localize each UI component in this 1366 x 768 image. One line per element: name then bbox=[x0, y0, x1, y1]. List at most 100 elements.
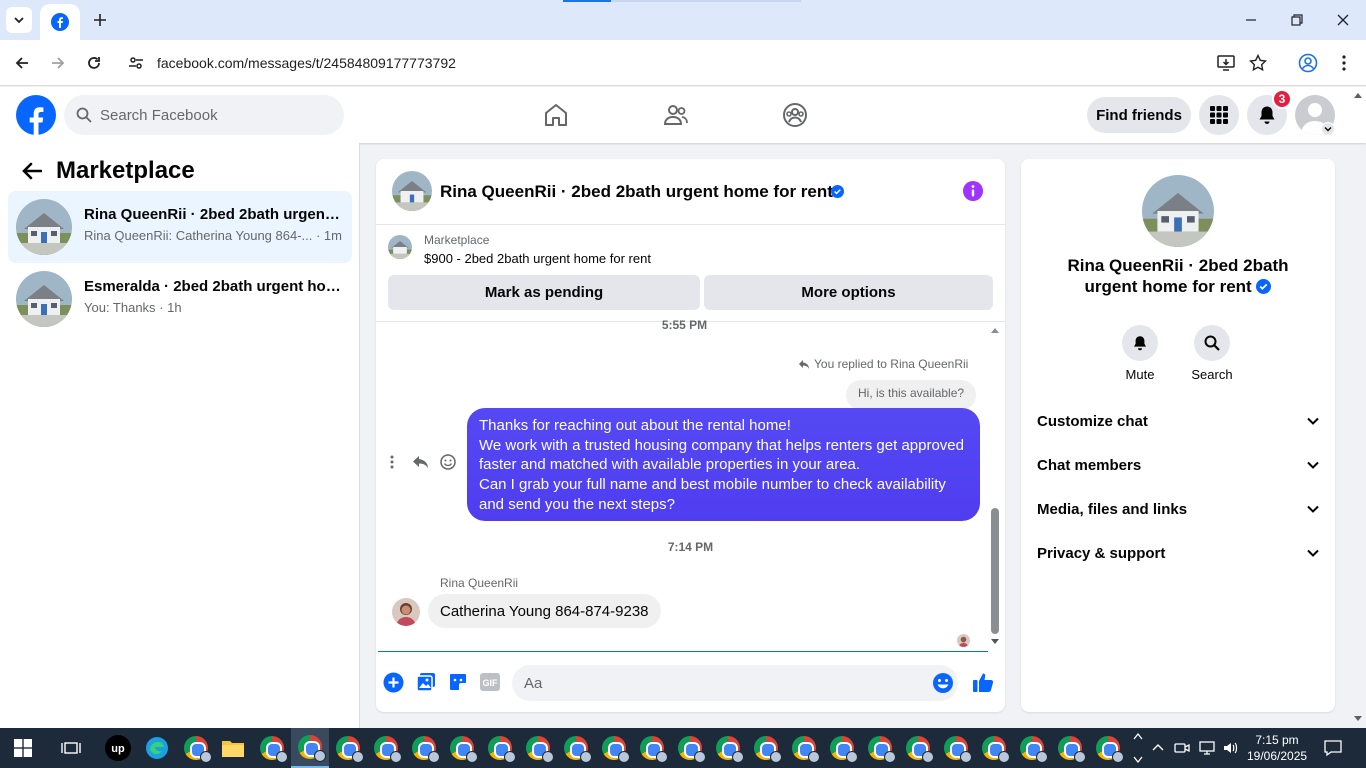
chat-avatar[interactable] bbox=[392, 171, 432, 211]
back-button[interactable] bbox=[8, 49, 36, 77]
reload-button[interactable] bbox=[80, 49, 108, 77]
mark-as-pending-button[interactable]: Mark as pending bbox=[388, 275, 700, 310]
close-window-button[interactable] bbox=[1320, 0, 1366, 40]
url-text[interactable]: facebook.com/messages/t/2458480917777379… bbox=[157, 55, 456, 71]
search-circle[interactable] bbox=[1194, 325, 1230, 361]
taskbar-chrome-15[interactable] bbox=[747, 728, 785, 768]
taskbar-chrome-4[interactable] bbox=[329, 728, 367, 768]
taskbar-chrome-20[interactable] bbox=[937, 728, 975, 768]
find-friends-button[interactable]: Find friends bbox=[1087, 97, 1191, 133]
taskbar-scroll-down-icon[interactable] bbox=[1133, 756, 1143, 764]
meet-now-icon[interactable] bbox=[1174, 740, 1190, 756]
taskbar-chrome-23[interactable] bbox=[1051, 728, 1089, 768]
nav-groups[interactable] bbox=[765, 87, 825, 143]
menu-button[interactable] bbox=[1199, 95, 1239, 135]
message-thread[interactable]: 5:55 PM You replied to Rina QueenRii Hi,… bbox=[376, 318, 1005, 652]
taskbar-clock[interactable]: 7:15 pm 19/06/2025 bbox=[1247, 732, 1307, 764]
search-in-chat-button[interactable]: Search bbox=[1182, 325, 1242, 382]
tab-search-button[interactable] bbox=[6, 7, 32, 33]
browser-menu-button[interactable] bbox=[1330, 49, 1358, 77]
taskbar-chrome-7[interactable] bbox=[443, 728, 481, 768]
facebook-logo-icon[interactable] bbox=[16, 95, 56, 135]
mute-circle[interactable] bbox=[1122, 325, 1158, 361]
taskbar-chrome-21[interactable] bbox=[975, 728, 1013, 768]
taskbar-chrome-18[interactable] bbox=[861, 728, 899, 768]
page-scroll-down-icon[interactable] bbox=[1353, 715, 1363, 723]
taskbar-chrome-11[interactable] bbox=[595, 728, 633, 768]
mute-button[interactable]: Mute bbox=[1110, 325, 1170, 382]
chat-members-section[interactable]: Chat members bbox=[1037, 443, 1319, 487]
site-settings-icon[interactable] bbox=[128, 55, 144, 71]
taskbar-upwork[interactable]: up bbox=[99, 728, 137, 768]
taskbar-scroll-up-icon[interactable] bbox=[1133, 732, 1143, 740]
more-options-button[interactable]: More options bbox=[704, 275, 993, 310]
taskbar-chrome-14[interactable] bbox=[709, 728, 747, 768]
bookmark-star-icon[interactable] bbox=[1249, 54, 1267, 72]
account-menu-chevron[interactable] bbox=[1321, 122, 1335, 136]
nav-friends[interactable] bbox=[646, 87, 706, 143]
taskbar-chrome-5[interactable] bbox=[367, 728, 405, 768]
forward-button[interactable] bbox=[44, 49, 72, 77]
gif-icon[interactable]: GIF bbox=[480, 673, 500, 691]
taskbar-chrome-12[interactable] bbox=[633, 728, 671, 768]
scroll-down-icon[interactable] bbox=[990, 638, 1000, 646]
facebook-search-input[interactable] bbox=[100, 95, 330, 135]
taskbar-chrome-16[interactable] bbox=[785, 728, 823, 768]
taskbar-chrome-13[interactable] bbox=[671, 728, 709, 768]
incoming-message-bubble[interactable]: Catherina Young 864-874-9238 bbox=[428, 594, 661, 628]
taskbar-chrome-19[interactable] bbox=[899, 728, 937, 768]
page-scroll-up-icon[interactable] bbox=[1353, 91, 1363, 99]
scrollbar-thumb[interactable] bbox=[991, 508, 999, 634]
start-button[interactable] bbox=[4, 728, 42, 768]
taskbar-chrome-22[interactable] bbox=[1013, 728, 1051, 768]
tray-overflow-icon[interactable] bbox=[1152, 742, 1164, 752]
notification-center-icon[interactable] bbox=[1324, 739, 1342, 757]
customize-chat-section[interactable]: Customize chat bbox=[1037, 399, 1319, 443]
taskbar-chrome-10[interactable] bbox=[557, 728, 595, 768]
profile-avatar[interactable] bbox=[1142, 175, 1214, 247]
plus-circle-icon[interactable] bbox=[383, 672, 404, 693]
emoji-icon[interactable] bbox=[932, 672, 954, 694]
minimize-button[interactable] bbox=[1228, 0, 1274, 40]
chat-title[interactable]: Rina QueenRii · 2bed 2bath urgent home f… bbox=[440, 182, 833, 202]
back-arrow-icon[interactable] bbox=[22, 162, 42, 180]
restore-button[interactable] bbox=[1274, 0, 1320, 40]
more-vertical-icon[interactable] bbox=[390, 455, 394, 469]
outgoing-message-bubble[interactable]: Thanks for reaching out about the rental… bbox=[467, 408, 980, 521]
taskbar-chrome-24[interactable] bbox=[1089, 728, 1127, 768]
scroll-up-icon[interactable] bbox=[990, 326, 1000, 334]
conversation-item[interactable]: Rina QueenRii · 2bed 2bath urgent home f… bbox=[8, 191, 352, 263]
emoji-react-icon[interactable] bbox=[440, 454, 456, 470]
taskbar-file-explorer[interactable] bbox=[214, 728, 252, 768]
taskbar-chrome-1[interactable] bbox=[177, 728, 215, 768]
profile-button[interactable] bbox=[1294, 49, 1322, 77]
info-icon[interactable] bbox=[962, 180, 984, 202]
taskbar-chrome-8[interactable] bbox=[481, 728, 519, 768]
privacy-support-section[interactable]: Privacy & support bbox=[1037, 531, 1319, 575]
sticker-icon[interactable] bbox=[448, 672, 468, 692]
message-input[interactable] bbox=[524, 665, 904, 701]
network-icon[interactable] bbox=[1198, 740, 1216, 756]
browser-tab-facebook[interactable] bbox=[40, 4, 80, 40]
address-bar[interactable]: facebook.com/messages/t/2458480917777379… bbox=[120, 46, 1280, 80]
new-tab-button[interactable] bbox=[88, 8, 112, 32]
task-view-button[interactable] bbox=[52, 728, 90, 768]
photo-icon[interactable] bbox=[416, 672, 436, 692]
taskbar-chrome-2[interactable] bbox=[253, 728, 291, 768]
taskbar-chrome-17[interactable] bbox=[823, 728, 861, 768]
thumbs-up-icon[interactable] bbox=[972, 671, 994, 693]
nav-home[interactable] bbox=[526, 87, 586, 143]
conversation-item[interactable]: Esmeralda · 2bed 2bath urgent home for r… bbox=[8, 263, 352, 335]
media-files-links-section[interactable]: Media, files and links bbox=[1037, 487, 1319, 531]
taskbar-edge[interactable] bbox=[138, 728, 176, 768]
taskbar-chrome-6[interactable] bbox=[405, 728, 443, 768]
install-app-icon[interactable] bbox=[1217, 54, 1235, 72]
sender-avatar[interactable] bbox=[392, 598, 420, 626]
volume-icon[interactable] bbox=[1222, 740, 1240, 756]
facebook-search[interactable] bbox=[64, 95, 344, 135]
taskbar-chrome-active[interactable] bbox=[291, 728, 329, 768]
quoted-message[interactable]: Hi, is this available? bbox=[846, 380, 977, 410]
message-input-wrapper[interactable] bbox=[512, 665, 958, 701]
reply-icon[interactable] bbox=[412, 455, 429, 469]
taskbar-chrome-9[interactable] bbox=[519, 728, 557, 768]
